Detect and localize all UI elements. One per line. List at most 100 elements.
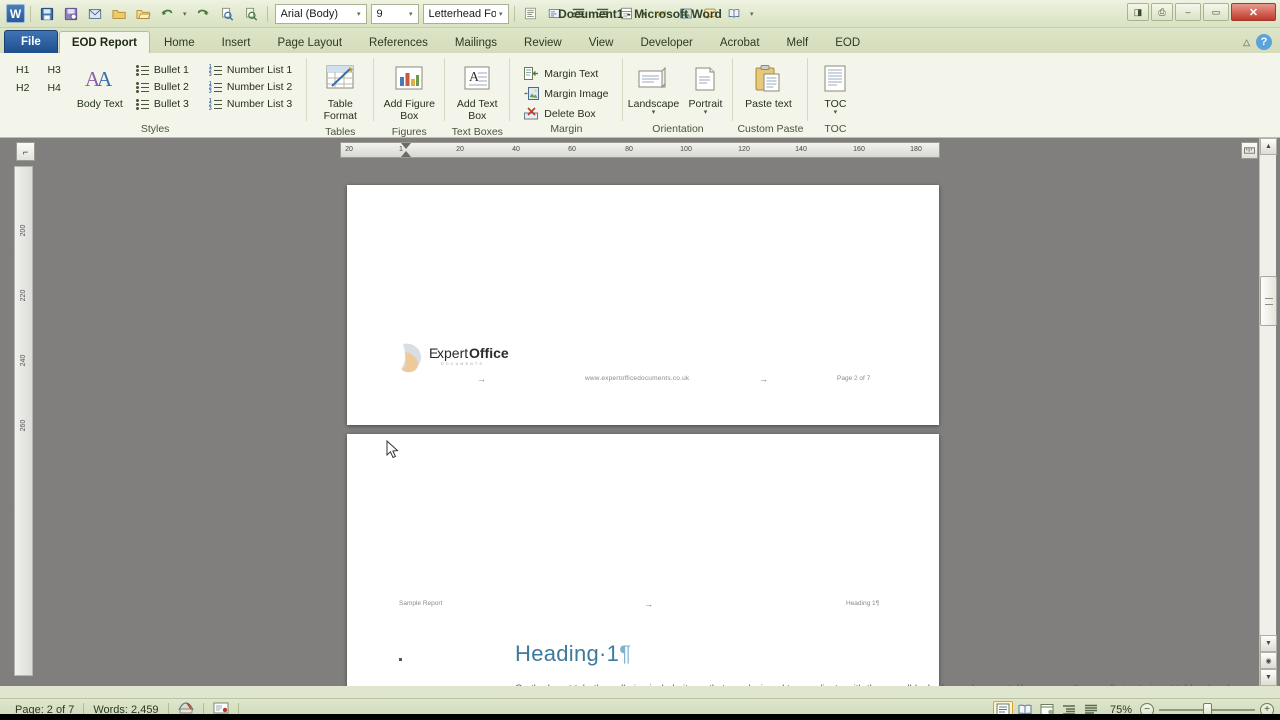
document-page-1[interactable]: E x pert Office DOCUMENTS → www.expertof…: [347, 185, 939, 425]
decrease-indent-icon[interactable]: [568, 4, 590, 24]
maximize-button[interactable]: ▭: [1203, 3, 1229, 21]
zoom-slider-track[interactable]: [1159, 702, 1255, 717]
paragraph-mark-icon[interactable]: [520, 4, 542, 24]
style-value: Letterhead Foo: [428, 7, 496, 20]
hruler-mark: 20: [456, 146, 464, 153]
page-layout-dropdown-caret[interactable]: ▾: [640, 10, 650, 18]
print-preview-window-icon[interactable]: ⎙: [1151, 3, 1173, 21]
minimize-button[interactable]: –: [1175, 3, 1201, 21]
ribbon-help-buttons: △ ?: [1243, 34, 1272, 50]
email-icon[interactable]: [84, 4, 106, 24]
tab-acrobat[interactable]: Acrobat: [707, 31, 773, 53]
style-bullet-1[interactable]: Bullet 1: [133, 62, 195, 78]
restore-down-icon[interactable]: ◨: [1127, 3, 1149, 21]
body-text-button[interactable]: A A Body Text: [74, 58, 126, 114]
chevron-down-icon[interactable]: ▾: [652, 109, 656, 116]
tab-home[interactable]: Home: [151, 31, 208, 53]
table-format-button[interactable]: Table Format: [311, 58, 369, 126]
font-name-combo[interactable]: Arial (Body) ▾: [274, 3, 367, 24]
tab-references[interactable]: References: [356, 31, 441, 53]
open-recent-icon[interactable]: [132, 4, 154, 24]
comment-icon[interactable]: [699, 4, 721, 24]
ribbon: H1 H3 H2 H4 A A Body Text Bullet 1 Bulle…: [0, 53, 1280, 138]
customize-quick-access-caret[interactable]: ▾: [747, 10, 757, 18]
add-figure-box-button[interactable]: Add Figure Box: [378, 58, 440, 126]
vertical-ruler[interactable]: 200 220 240 260: [14, 166, 33, 676]
style-bullet-3[interactable]: Bullet 3: [133, 96, 195, 112]
style-h4[interactable]: H4: [43, 80, 64, 96]
style-bullet-2[interactable]: Bullet 2: [133, 79, 195, 95]
select-browse-object-button[interactable]: ◉: [1260, 652, 1277, 669]
style-number-list-3[interactable]: 1 2 3 Number List 3: [206, 96, 298, 112]
horizontal-ruler[interactable]: 20 1 20 40 60 80 100 120 140 160 180: [340, 142, 940, 158]
style-number-list-1[interactable]: 1 2 3 Number List 1: [206, 62, 298, 78]
tab-mailings[interactable]: Mailings: [442, 31, 510, 53]
save-as-icon[interactable]: [60, 4, 82, 24]
tab-eod-report[interactable]: EOD Report: [58, 31, 150, 53]
undo-dropdown-caret[interactable]: ▾: [180, 10, 190, 18]
hyperlink-icon[interactable]: [651, 4, 673, 24]
redo-icon[interactable]: [192, 4, 214, 24]
quick-print-icon[interactable]: [240, 4, 262, 24]
tab-melf[interactable]: Melf: [774, 31, 822, 53]
hanging-indent-marker[interactable]: [401, 151, 411, 157]
ribbon-tab-bar: File EOD Report Home Insert Page Layout …: [0, 28, 1280, 53]
undo-icon[interactable]: [156, 4, 178, 24]
minimize-ribbon-icon[interactable]: △: [1243, 37, 1250, 48]
style-bullet-2-label: Bullet 2: [153, 81, 189, 93]
landscape-button[interactable]: Landscape ▾: [627, 58, 679, 120]
table-format-label: Table Format: [323, 98, 357, 123]
read-mode-icon[interactable]: [723, 4, 745, 24]
tab-view[interactable]: View: [576, 31, 627, 53]
help-icon[interactable]: ?: [1256, 34, 1272, 50]
font-size-combo[interactable]: 9 ▾: [370, 3, 419, 24]
quick-access-toolbar: W ▾ Arial (Body) ▾ 9 ▾ Letterhead Foo ▾ …: [6, 3, 757, 24]
portrait-button[interactable]: Portrait ▾: [682, 58, 728, 120]
chevron-down-icon[interactable]: ▾: [496, 10, 506, 18]
margin-image-button[interactable]: Margin Image: [518, 84, 614, 103]
next-page-button[interactable]: ▼: [1260, 669, 1277, 686]
font-name-value: Arial (Body): [280, 7, 338, 20]
svg-text:Office: Office: [469, 345, 509, 361]
increase-indent-icon[interactable]: [592, 4, 614, 24]
chevron-down-icon[interactable]: ▾: [406, 10, 416, 18]
add-text-box-button[interactable]: A Add Text Box: [449, 58, 505, 126]
insert-picture-icon[interactable]: [675, 4, 697, 24]
word-logo-icon[interactable]: W: [6, 4, 25, 23]
tab-insert[interactable]: Insert: [209, 31, 264, 53]
first-line-indent-marker[interactable]: [401, 143, 411, 149]
style-number-list-2[interactable]: 1 2 3 Number List 2: [206, 79, 298, 95]
style-h1[interactable]: H1: [12, 62, 33, 78]
tab-review[interactable]: Review: [511, 31, 575, 53]
view-ruler-toggle[interactable]: [1241, 142, 1258, 159]
chevron-down-icon[interactable]: ▾: [354, 10, 364, 18]
styles-group-label: Styles: [140, 123, 170, 135]
previous-page-button[interactable]: ▼: [1260, 635, 1277, 652]
browse-object-controls: ▼ ◉ ▼: [1260, 635, 1277, 686]
tab-file[interactable]: File: [4, 30, 58, 53]
page-layout-icon[interactable]: [616, 4, 638, 24]
tab-page-layout[interactable]: Page Layout: [264, 31, 355, 53]
style-combo[interactable]: Letterhead Foo ▾: [422, 3, 509, 24]
tab-eod[interactable]: EOD: [822, 31, 873, 53]
open-icon[interactable]: [108, 4, 130, 24]
add-text-box-icon: A: [462, 62, 492, 96]
tab-developer[interactable]: Developer: [627, 31, 705, 53]
delete-box-button[interactable]: Delete Box: [518, 104, 614, 123]
close-button[interactable]: ✕: [1231, 3, 1276, 21]
document-page-2[interactable]: Sample Report → Heading 1¶ Heading·1¶ On…: [347, 434, 1240, 686]
scroll-up-button[interactable]: ▲: [1260, 138, 1277, 155]
style-h2[interactable]: H2: [12, 80, 33, 96]
tab-stop-selector[interactable]: ⌐: [16, 142, 35, 161]
print-preview-icon[interactable]: [216, 4, 238, 24]
paste-text-button[interactable]: Paste text: [737, 58, 799, 114]
chevron-down-icon[interactable]: ▾: [704, 109, 708, 116]
save-icon[interactable]: [36, 4, 58, 24]
scrollbar-thumb[interactable]: [1260, 276, 1277, 326]
show-formatting-icon[interactable]: [544, 4, 566, 24]
margin-text-button[interactable]: Margin Text: [518, 64, 614, 83]
toc-button[interactable]: TOC ▾: [812, 58, 858, 120]
style-h3[interactable]: H3: [43, 62, 64, 78]
chevron-down-icon[interactable]: ▾: [834, 109, 838, 116]
vertical-scrollbar[interactable]: ▲ ▼ ◉ ▼: [1259, 138, 1277, 686]
